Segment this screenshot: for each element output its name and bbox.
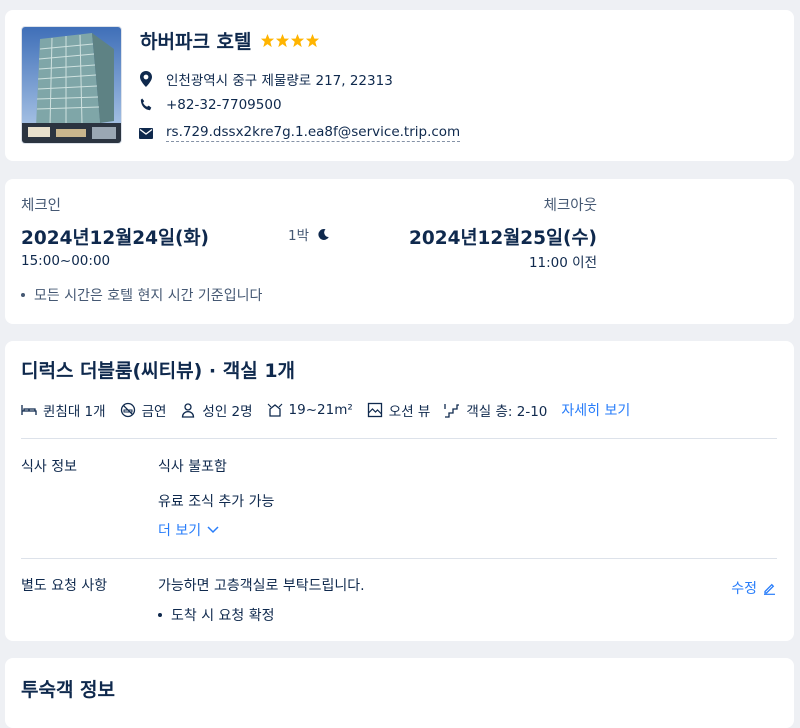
chevron-down-icon [207, 526, 219, 534]
moon-icon [318, 228, 329, 240]
checkin-label: 체크인 [21, 198, 62, 214]
hotel-card: 하버파크 호텔 인천광역시 중구 제물량로 217, 22313 +82-32-… [5, 10, 794, 161]
no-smoking-icon [120, 402, 135, 418]
nights-count: 1박 [288, 228, 310, 244]
room-size-icon [267, 403, 282, 417]
amenity-smoking: 금연 [120, 400, 167, 420]
email-row: rs.729.dssx2kre7g.1.ea8f@service.trip.co… [138, 124, 461, 142]
amenity-floor: 객실 층: 2-10 [444, 400, 547, 420]
guest-info-title: 투숙객 정보 [21, 679, 116, 701]
checkout-label: 체크아웃 [543, 198, 597, 214]
stay-dates-card: 체크인 2024년12월24일(화) 15:00~00:00 1박 체크아웃 2… [5, 179, 794, 324]
amenity-floor-label: 객실 층: 2-10 [466, 404, 548, 420]
star-icon [305, 33, 319, 48]
bullet-icon [21, 293, 25, 297]
timezone-note: 모든 시간은 호텔 현지 시간 기준입니다 [21, 285, 262, 305]
amenity-bed-label: 퀸침대 1개 [43, 404, 106, 420]
checkout-time: 11:00 이전 [528, 255, 597, 271]
star-rating [260, 33, 320, 48]
hotel-email[interactable]: rs.729.dssx2kre7g.1.ea8f@service.trip.co… [166, 124, 461, 142]
room-details-link[interactable]: 자세히 보기 [561, 400, 630, 420]
person-icon [182, 403, 195, 418]
location-pin-icon [138, 71, 154, 87]
pencil-icon [764, 583, 775, 595]
request-status-text: 도착 시 요청 확정 [171, 608, 275, 624]
amenity-view: 오션 뷰 [367, 400, 431, 420]
guest-info-card: 투숙객 정보 [5, 658, 794, 728]
edit-request-label: 수정 [731, 581, 757, 597]
meal-value: 식사 불포함 [158, 459, 227, 475]
timezone-note-text: 모든 시간은 호텔 현지 시간 기준입니다 [34, 288, 263, 304]
room-title: 디럭스 더블룸(씨티뷰) · 객실 1개 [21, 360, 296, 382]
divider [21, 438, 777, 439]
edit-request-button[interactable]: 수정 [731, 578, 776, 598]
bed-icon [21, 405, 37, 415]
divider [21, 558, 777, 559]
amenity-bed: 퀸침대 1개 [21, 400, 106, 420]
star-icon [260, 33, 274, 48]
address-row: 인천광역시 중구 제물량로 217, 22313 [138, 69, 393, 89]
amenity-view-label: 오션 뷰 [388, 404, 431, 420]
request-status: 도착 시 요청 확정 [158, 605, 275, 625]
bullet-icon [158, 613, 162, 617]
hotel-photo[interactable] [21, 26, 122, 144]
hotel-address: 인천광역시 중구 제물량로 217, 22313 [166, 73, 393, 89]
mail-icon [138, 125, 154, 141]
room-card: 디럭스 더블룸(씨티뷰) · 객실 1개 퀸침대 1개 금연 성인 2명 19~… [5, 341, 794, 641]
star-icon [290, 33, 304, 48]
amenity-guests: 성인 2명 [180, 400, 253, 420]
request-value: 가능하면 고층객실로 부탁드립니다. [158, 578, 365, 594]
amenity-size-label: 19~21m² [288, 402, 353, 418]
amenity-smoking-label: 금연 [141, 404, 167, 420]
more-button-label: 더 보기 [158, 523, 202, 539]
window-view-icon [367, 402, 382, 418]
amenity-guests-label: 성인 2명 [202, 404, 253, 420]
checkout-date: 2024년12월25일(수) [409, 228, 597, 249]
meal-extra: 유료 조식 추가 가능 [158, 494, 275, 510]
hotel-name[interactable]: 하버파크 호텔 [140, 27, 252, 54]
meal-label: 식사 정보 [21, 459, 77, 475]
checkin-date: 2024년12월24일(화) [21, 228, 209, 249]
checkin-time: 15:00~00:00 [21, 253, 111, 269]
phone-icon [138, 97, 154, 113]
nights-indicator: 1박 [288, 224, 330, 244]
stairs-icon [444, 404, 460, 418]
amenities-row: 퀸침대 1개 금연 성인 2명 19~21m² 오션 뷰 객실 층: 2-10 … [21, 400, 630, 420]
amenity-size: 19~21m² [267, 402, 353, 418]
phone-row: +82-32-7709500 [138, 97, 282, 113]
request-label: 별도 요청 사항 [21, 578, 108, 594]
hotel-phone[interactable]: +82-32-7709500 [166, 97, 282, 113]
star-icon [275, 33, 289, 48]
more-button[interactable]: 더 보기 [158, 520, 219, 540]
